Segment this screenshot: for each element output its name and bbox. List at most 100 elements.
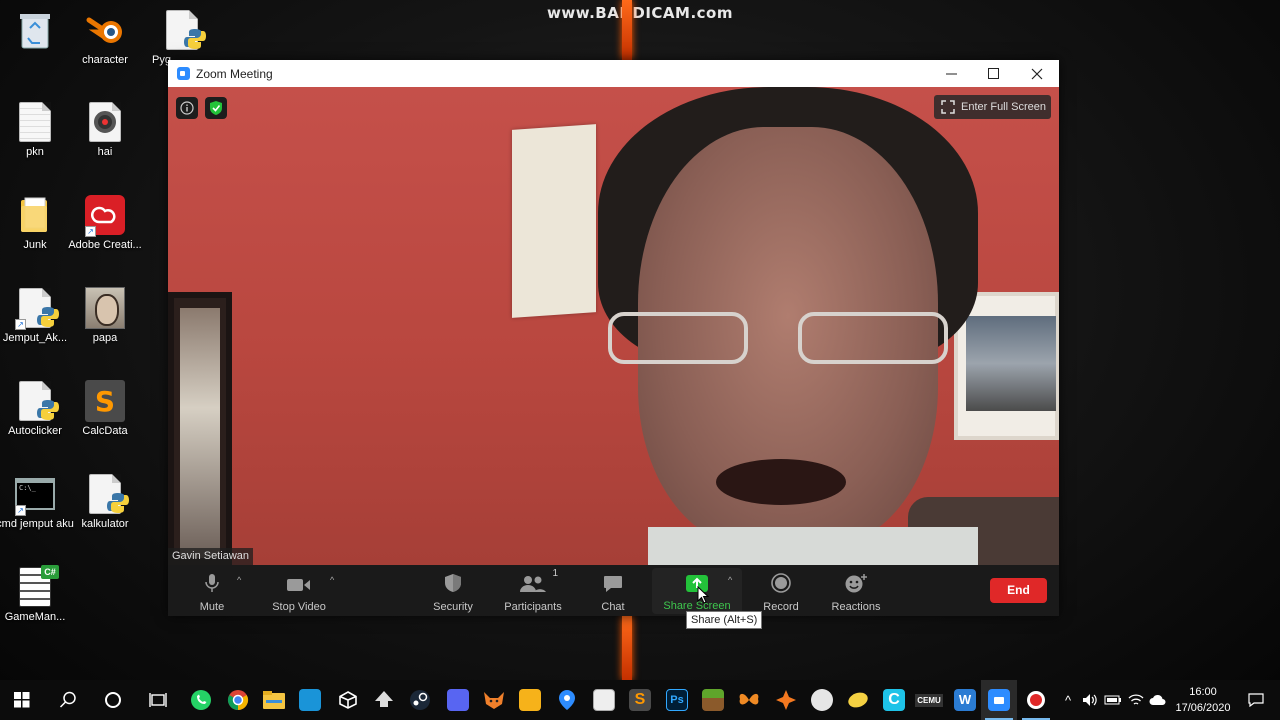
taskbar-cemu[interactable]: CEMU <box>911 680 947 720</box>
record-button[interactable]: Record <box>762 571 800 613</box>
star-burst-icon <box>776 690 796 710</box>
desktop-icon-calcdata[interactable]: S CalcData <box>65 379 145 438</box>
task-view-button[interactable] <box>140 680 176 720</box>
video-camera-icon <box>287 571 311 593</box>
taskbar-lemon-app[interactable] <box>840 680 876 720</box>
action-center-button[interactable] <box>1243 680 1269 720</box>
participants-label: Participants <box>504 601 562 613</box>
desktop-icon-papa[interactable]: papa <box>65 286 145 345</box>
desktop-icon-python-top[interactable]: Pyg <box>138 8 206 67</box>
stop-video-button[interactable]: Stop Video <box>268 571 330 613</box>
end-meeting-button[interactable]: End <box>990 578 1047 603</box>
background-light-top <box>622 0 632 60</box>
minecraft-icon <box>702 689 724 711</box>
audio-options-caret[interactable]: ^ <box>237 575 241 585</box>
taskbar-minecraft[interactable] <box>695 680 731 720</box>
taskbar-c-app[interactable]: C <box>876 680 912 720</box>
cortana-button[interactable] <box>95 680 131 720</box>
desktop-icon-recycle-bin[interactable] <box>0 8 75 54</box>
steam-icon <box>410 690 430 710</box>
record-label: Record <box>763 601 799 613</box>
glasses-left <box>608 312 748 364</box>
participant-name-label: Gavin Setiawan <box>168 548 254 565</box>
tray-onedrive[interactable] <box>1148 680 1168 720</box>
adobe-creative-cloud-icon: ↗ <box>85 193 125 237</box>
security-button[interactable]: Security <box>430 571 476 613</box>
taskbar-yellow-app[interactable] <box>512 680 548 720</box>
start-button[interactable] <box>4 680 40 720</box>
minimize-button[interactable] <box>930 60 972 87</box>
desktop-icon-autoclicker[interactable]: Autoclicker <box>0 379 75 438</box>
chat-button[interactable]: Chat <box>598 571 628 613</box>
taskbar-game-app[interactable] <box>804 680 840 720</box>
share-options-caret[interactable]: ^ <box>728 575 732 585</box>
background-light-bottom <box>622 616 632 680</box>
game-icon <box>811 689 833 711</box>
taskbar-maps[interactable] <box>549 680 585 720</box>
taskbar-orange-app[interactable] <box>768 680 804 720</box>
taskbar-w-app[interactable]: W <box>947 680 983 720</box>
tray-battery[interactable] <box>1103 680 1123 720</box>
taskbar-app-blue[interactable] <box>292 680 328 720</box>
taskbar-bandicam[interactable] <box>1018 680 1054 720</box>
taskbar-steam[interactable] <box>402 680 438 720</box>
desktop-icon-hai[interactable]: hai <box>65 100 145 159</box>
taskbar-unity[interactable] <box>330 680 366 720</box>
taskbar-zoom[interactable] <box>981 680 1017 720</box>
microphone-icon <box>204 571 220 593</box>
chevron-up-icon: ^ <box>1064 692 1072 708</box>
cortana-circle-icon <box>105 692 121 708</box>
maximize-button[interactable] <box>972 60 1014 87</box>
taskbar-whatsapp[interactable] <box>183 680 219 720</box>
taskbar-chrome[interactable] <box>220 680 256 720</box>
search-icon <box>59 691 76 708</box>
enter-full-screen-button[interactable]: Enter Full Screen <box>934 95 1051 119</box>
taskbar-discord[interactable] <box>440 680 476 720</box>
tray-wifi[interactable] <box>1126 680 1146 720</box>
app-blue-icon <box>299 689 321 711</box>
zoom-meeting-window[interactable]: Zoom Meeting Enter Full Screen Gavin Set… <box>168 60 1059 616</box>
blender-icon <box>85 8 125 52</box>
taskbar-clock[interactable]: 16:00 17/06/2020 <box>1172 684 1234 716</box>
desktop-icon-pkn[interactable]: pkn <box>0 100 75 159</box>
desktop-icon-adobe-creative[interactable]: ↗ Adobe Creati... <box>65 193 145 252</box>
taskbar-file-explorer[interactable] <box>256 680 292 720</box>
desktop-icon-junk[interactable]: Junk <box>0 193 75 252</box>
security-label: Security <box>433 601 473 613</box>
reactions-button[interactable]: Reactions <box>830 571 882 613</box>
taskbar-photoshop[interactable]: Ps <box>659 680 695 720</box>
fox-icon <box>484 692 504 709</box>
taskbar-python-file[interactable] <box>586 680 622 720</box>
encryption-button[interactable] <box>205 97 227 119</box>
desktop-icon-character[interactable]: character <box>65 8 145 67</box>
taskbar-sublime[interactable]: S <box>622 680 658 720</box>
desktop-icon-kalkulator[interactable]: kalkulator <box>65 472 145 531</box>
participant-video[interactable]: Enter Full Screen Gavin Setiawan <box>168 87 1059 565</box>
participants-icon: 1 <box>520 568 558 593</box>
video-options-caret[interactable]: ^ <box>330 575 334 585</box>
mute-button[interactable]: Mute <box>198 571 226 613</box>
search-button[interactable] <box>50 680 86 720</box>
close-button[interactable] <box>1016 60 1058 87</box>
w-letter-icon: W <box>954 689 976 711</box>
chat-bubble-icon <box>603 571 623 593</box>
participants-button[interactable]: 1 Participants <box>502 568 564 613</box>
smiley-plus-icon <box>844 571 868 593</box>
desktop-icon-cmd-jemput[interactable]: C:\_ ↗ cmd jemput aku <box>0 472 75 531</box>
zoom-logo-icon <box>177 67 190 80</box>
windows-logo-icon <box>14 692 30 708</box>
taskbar-fox-app[interactable] <box>476 680 512 720</box>
task-view-icon <box>149 693 167 707</box>
tray-volume[interactable] <box>1080 680 1100 720</box>
window-titlebar[interactable]: Zoom Meeting <box>168 60 1059 87</box>
stop-video-label: Stop Video <box>272 601 326 613</box>
desktop-icon-jemput-ak[interactable]: ↗ Jemput_Ak... <box>0 286 75 345</box>
wall-frame-left <box>168 292 232 565</box>
python-file-icon <box>85 472 129 516</box>
meeting-info-button[interactable] <box>176 97 198 119</box>
tray-overflow-button[interactable]: ^ <box>1058 680 1078 720</box>
taskbar-butterfly-app[interactable] <box>731 680 767 720</box>
whatsapp-icon <box>191 690 211 710</box>
desktop-icon-gameman[interactable]: C# GameMan... <box>0 565 75 624</box>
taskbar-inkscape[interactable] <box>366 680 402 720</box>
